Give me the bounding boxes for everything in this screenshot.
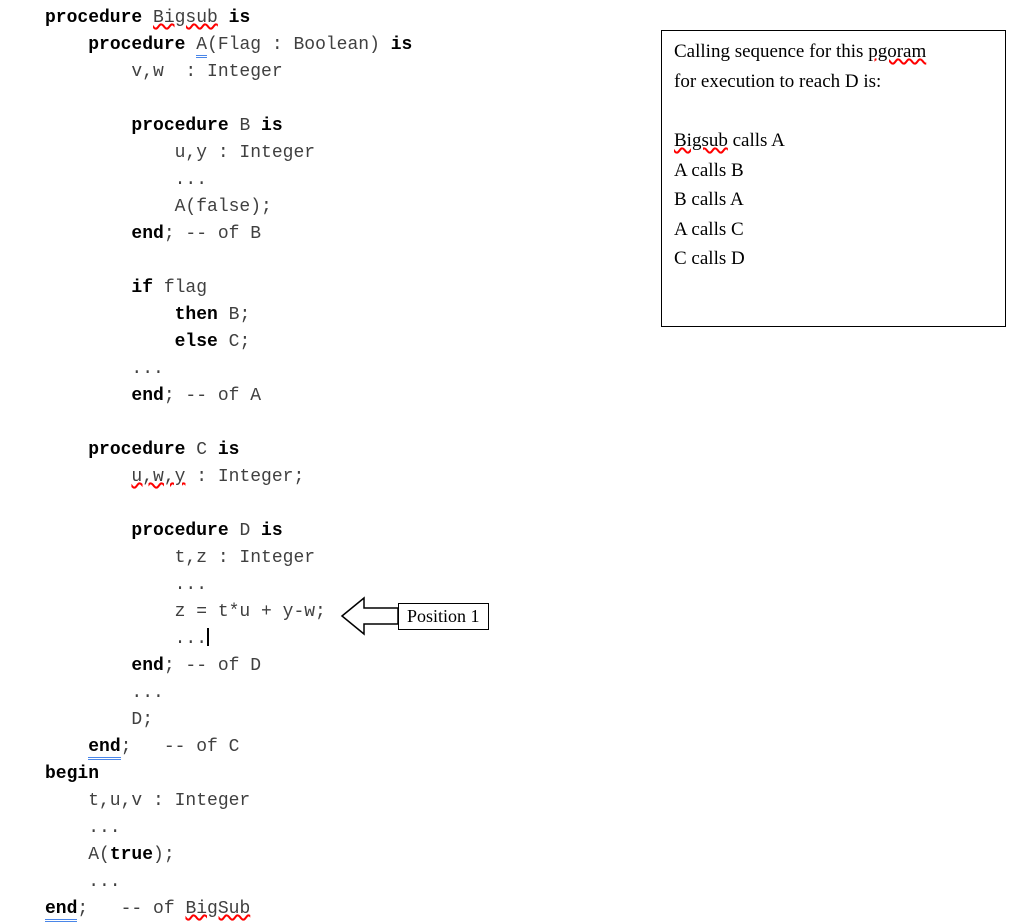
code-line: u,y : Integer: [45, 140, 645, 167]
sidebar-text: [674, 98, 993, 124]
code-line: [45, 248, 645, 275]
code-line: ...: [45, 815, 645, 842]
sidebar-text: C calls D: [674, 246, 993, 272]
code-line: end; -- of A: [45, 383, 645, 410]
code-line: then B;: [45, 302, 645, 329]
sidebar-text: Bigsub calls A: [674, 128, 993, 154]
code-line: [45, 410, 645, 437]
code-line: end; -- of D: [45, 653, 645, 680]
code-line: end; -- of C: [45, 734, 645, 761]
text-cursor: [207, 628, 209, 646]
code-line: begin: [45, 761, 645, 788]
code-line: ...: [45, 869, 645, 896]
code-block: procedure Bigsub is procedure A(Flag : B…: [45, 5, 645, 923]
code-line: t,z : Integer: [45, 545, 645, 572]
code-line: ...: [45, 356, 645, 383]
code-line: [45, 491, 645, 518]
sidebar-text: A calls B: [674, 158, 993, 184]
code-line: v,w : Integer: [45, 59, 645, 86]
code-line: procedure A(Flag : Boolean) is: [45, 32, 645, 59]
code-line: procedure D is: [45, 518, 645, 545]
sidebar-text: for execution to reach D is:: [674, 69, 993, 95]
code-line: [45, 86, 645, 113]
code-line: procedure C is: [45, 437, 645, 464]
code-line: A(true);: [45, 842, 645, 869]
position-arrow-callout: Position 1: [340, 594, 489, 638]
sidebar-text: B calls A: [674, 187, 993, 213]
left-arrow-icon: [340, 594, 400, 638]
code-line: end; -- of B: [45, 221, 645, 248]
code-line: else C;: [45, 329, 645, 356]
code-line: t,u,v : Integer: [45, 788, 645, 815]
code-line: u,w,y : Integer;: [45, 464, 645, 491]
calling-sequence-box: Calling sequence for this pgoram for exe…: [661, 30, 1006, 327]
sidebar-text: A calls C: [674, 217, 993, 243]
code-line: procedure Bigsub is: [45, 5, 645, 32]
code-line: ...: [45, 167, 645, 194]
code-line: if flag: [45, 275, 645, 302]
sidebar-text: Calling sequence for this pgoram: [674, 39, 993, 65]
code-line: ...: [45, 680, 645, 707]
code-line: procedure B is: [45, 113, 645, 140]
code-line: D;: [45, 707, 645, 734]
code-line: A(false);: [45, 194, 645, 221]
position-label: Position 1: [398, 603, 489, 630]
code-line: end; -- of BigSub: [45, 896, 645, 923]
